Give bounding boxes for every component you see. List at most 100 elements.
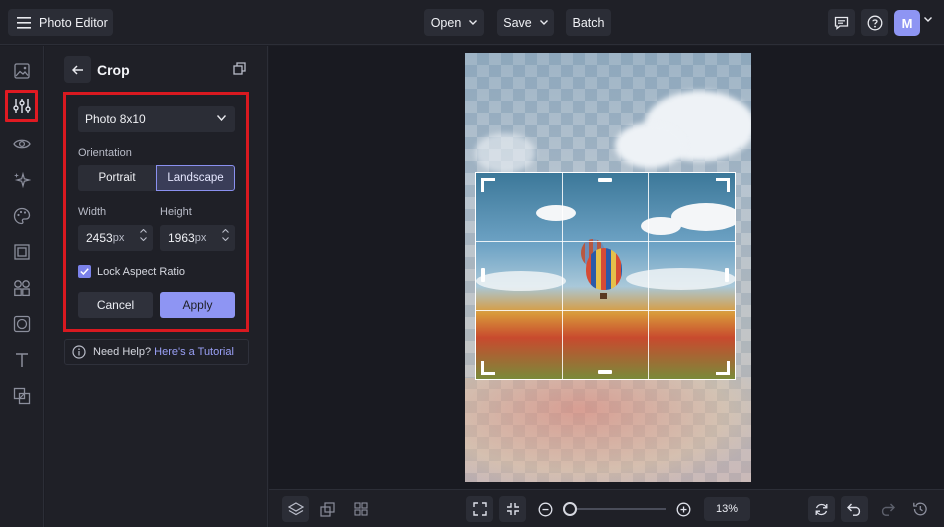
width-input[interactable]: 2453 px [78, 225, 153, 251]
crop-edge-handle[interactable] [481, 268, 485, 282]
top-bar: Photo Editor Open Save Batch M [0, 0, 944, 45]
width-stepper[interactable] [140, 229, 147, 241]
hot-air-balloon [586, 248, 622, 290]
crop-corner-handle[interactable] [481, 178, 495, 192]
chevron-up-icon [140, 229, 147, 233]
undo-button[interactable] [841, 496, 868, 522]
app-title: Photo Editor [39, 15, 108, 30]
undo-icon [847, 503, 862, 516]
history-icon[interactable] [908, 498, 932, 520]
chevron-down-icon [539, 20, 548, 25]
text-icon[interactable] [11, 349, 33, 371]
save-button[interactable]: Save [497, 9, 554, 36]
frame-icon[interactable] [11, 241, 33, 263]
chevron-down-icon [469, 20, 478, 25]
overlay-icon[interactable] [11, 385, 33, 407]
cloud-shape [475, 133, 535, 173]
back-button[interactable] [64, 56, 91, 83]
collapse-icon [506, 502, 520, 516]
zoom-out-icon[interactable] [533, 498, 557, 520]
cloud-shape [641, 217, 681, 235]
zoom-in-icon[interactable] [671, 498, 695, 520]
crop-grid-line [475, 310, 736, 311]
cloud-shape [476, 271, 566, 291]
feedback-button[interactable] [828, 9, 855, 36]
grid-icon[interactable] [349, 498, 373, 520]
adjustments-icon[interactable] [11, 95, 33, 117]
palette-icon[interactable] [11, 205, 33, 227]
redo-icon[interactable] [875, 498, 899, 520]
arrow-left-icon [71, 64, 84, 75]
tutorial-link[interactable]: Here's a Tutorial [154, 346, 234, 358]
portrait-option[interactable]: Portrait [78, 165, 156, 191]
lock-aspect-checkbox[interactable] [78, 265, 91, 278]
check-icon [80, 268, 89, 275]
width-value: 2453 [86, 231, 113, 245]
batch-button[interactable]: Batch [566, 9, 611, 36]
reset-button[interactable] [808, 496, 835, 522]
zoom-slider-track[interactable] [570, 508, 666, 510]
layers-button[interactable] [282, 496, 309, 522]
hamburger-icon [17, 16, 31, 29]
chevron-down-icon[interactable] [924, 17, 932, 22]
crop-grid-line [562, 172, 563, 380]
copy-icon[interactable] [233, 62, 246, 75]
preset-value: Photo 8x10 [85, 112, 146, 126]
chevron-down-icon [140, 237, 147, 241]
crop-panel: Crop Photo 8x10 Orientation Portrait Lan… [45, 46, 268, 527]
balloon-basket [600, 293, 607, 299]
message-icon [834, 16, 849, 30]
height-input[interactable]: 1963 px [160, 225, 235, 251]
height-unit: px [194, 232, 207, 244]
shapes-icon[interactable] [11, 277, 33, 299]
blurred-tulips [465, 378, 751, 482]
sparkles-icon[interactable] [11, 169, 33, 191]
height-label: Height [160, 206, 192, 218]
app-menu-button[interactable]: Photo Editor [8, 9, 113, 36]
chevron-up-icon [222, 229, 229, 233]
open-button[interactable]: Open [424, 9, 484, 36]
layers-icon [287, 501, 304, 517]
eye-icon[interactable] [11, 133, 33, 155]
crop-edge-handle[interactable] [598, 370, 612, 374]
user-avatar[interactable]: M [894, 10, 920, 36]
crop-edge-handle[interactable] [598, 178, 612, 182]
height-value: 1963 [168, 231, 195, 245]
info-icon [72, 345, 86, 359]
cloud-shape [626, 268, 735, 290]
refresh-icon [814, 502, 829, 517]
texture-icon[interactable] [11, 313, 33, 335]
chevron-down-icon [222, 237, 229, 241]
crop-corner-handle[interactable] [716, 361, 730, 375]
help-button[interactable] [861, 9, 888, 36]
apply-button[interactable]: Apply [160, 292, 235, 318]
width-unit: px [112, 232, 125, 244]
fit-screen-button[interactable] [466, 496, 493, 522]
height-stepper[interactable] [222, 229, 229, 241]
preset-select[interactable]: Photo 8x10 [78, 106, 235, 132]
cloud-shape [536, 205, 576, 221]
actual-size-button[interactable] [499, 496, 526, 522]
crop-edge-handle[interactable] [725, 268, 729, 282]
help-text: Need Help? [93, 346, 152, 358]
panel-title: Crop [97, 62, 130, 78]
landscape-option[interactable]: Landscape [156, 165, 235, 191]
question-icon [867, 15, 883, 31]
zoom-level[interactable]: 13% [704, 497, 750, 521]
zoom-slider-thumb[interactable] [563, 502, 577, 516]
cloud-shape [615, 123, 685, 168]
tool-sidebar [0, 46, 44, 527]
expand-icon [472, 502, 487, 516]
cancel-button[interactable]: Cancel [78, 292, 153, 318]
help-box: Need Help? Here's a Tutorial [64, 339, 249, 365]
orientation-label: Orientation [78, 147, 132, 159]
crop-corner-handle[interactable] [481, 361, 495, 375]
open-label: Open [430, 15, 462, 30]
image-icon[interactable] [11, 60, 33, 82]
batch-label: Batch [572, 15, 605, 30]
chevron-down-icon [217, 115, 226, 121]
save-label: Save [503, 15, 532, 30]
compare-icon[interactable] [315, 498, 339, 520]
lock-aspect-label: Lock Aspect Ratio [97, 266, 186, 278]
crop-corner-handle[interactable] [716, 178, 730, 192]
